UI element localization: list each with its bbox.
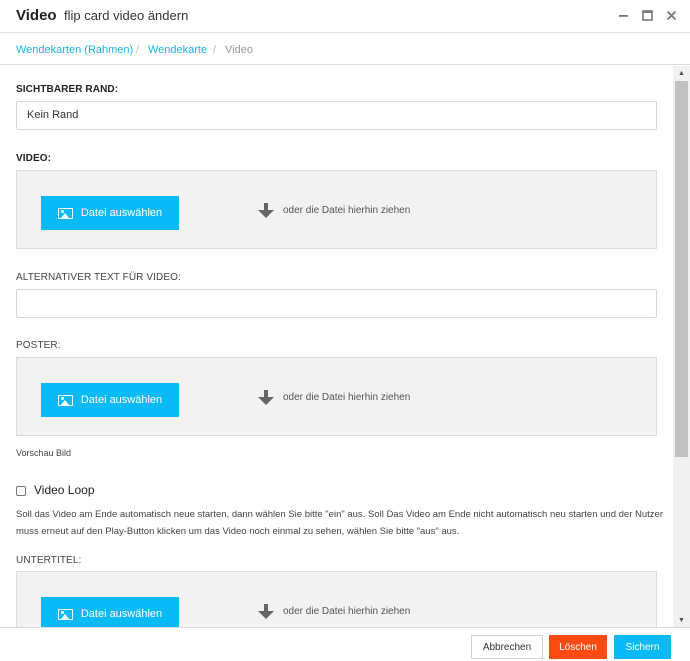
video-loop-help: Soll das Video am Ende automatisch neue … xyxy=(16,509,663,537)
poster-label: POSTER: xyxy=(16,340,61,351)
scroll-up-icon[interactable]: ▲ xyxy=(673,66,690,80)
vertical-scrollbar[interactable]: ▲ ▼ xyxy=(673,66,690,627)
alt-text-label: ALTERNATIVER TEXT FÜR VIDEO: xyxy=(16,272,181,283)
arrow-down-icon xyxy=(258,203,274,218)
poster-select-file-button[interactable]: Datei auswählen xyxy=(41,383,179,417)
image-icon xyxy=(57,608,73,620)
border-select[interactable]: Kein Rand xyxy=(16,101,657,130)
save-button[interactable]: Sichern xyxy=(614,635,671,659)
preview-note: Vorschau Bild xyxy=(16,448,72,458)
dialog-titlebar: Video flip card video ändern xyxy=(0,0,690,33)
subtitle-label: UNTERTITEL: xyxy=(16,555,82,566)
video-loop-label[interactable]: Video Loop xyxy=(34,483,95,497)
poster-dropzone[interactable]: Datei auswählen oder die Datei hierhin z… xyxy=(16,357,657,436)
breadcrumb-item-video: Video xyxy=(225,44,253,56)
delete-button[interactable]: Löschen xyxy=(549,635,607,659)
dialog-subtitle: flip card video ändern xyxy=(64,8,189,23)
arrow-down-icon xyxy=(258,604,274,619)
video-loop-checkbox[interactable] xyxy=(16,486,26,496)
dialog-footer: Abbrechen Löschen Sichern xyxy=(0,627,690,661)
video-dropzone[interactable]: Datei auswählen oder die Datei hierhin z… xyxy=(16,170,657,249)
breadcrumb-separator: / xyxy=(213,44,217,56)
form-scroll-area[interactable]: SICHTBARER RAND: Kein Rand VIDEO: Datei … xyxy=(0,66,690,627)
breadcrumb-item-wendekarte[interactable]: Wendekarte xyxy=(148,44,207,56)
alt-text-input[interactable] xyxy=(16,289,657,318)
select-file-label: Datei auswählen xyxy=(80,394,163,406)
cancel-button[interactable]: Abbrechen xyxy=(471,635,543,659)
subtitle-dropzone[interactable]: Datei auswählen oder die Datei hierhin z… xyxy=(16,571,657,627)
select-file-label: Datei auswählen xyxy=(80,207,163,219)
subtitle-select-file-button[interactable]: Datei auswählen xyxy=(41,597,179,627)
image-icon xyxy=(57,394,73,406)
drop-hint: oder die Datei hierhin ziehen xyxy=(283,606,411,617)
breadcrumb: Wendekarten (Rahmen) / Wendekarte / Vide… xyxy=(0,34,690,65)
video-label: VIDEO: xyxy=(16,153,52,164)
border-label: SICHTBARER RAND: xyxy=(16,84,119,95)
scrollbar-thumb[interactable] xyxy=(675,81,688,457)
drop-hint: oder die Datei hierhin ziehen xyxy=(283,392,411,403)
minimize-icon[interactable] xyxy=(614,6,632,24)
maximize-icon[interactable] xyxy=(638,6,656,24)
breadcrumb-item-wendekarten-rahmen[interactable]: Wendekarten (Rahmen) xyxy=(16,44,133,56)
image-icon xyxy=(57,207,73,219)
drop-hint: oder die Datei hierhin ziehen xyxy=(283,205,411,216)
arrow-down-icon xyxy=(258,390,274,405)
select-file-label: Datei auswählen xyxy=(80,608,163,620)
close-icon[interactable] xyxy=(662,6,680,24)
breadcrumb-separator: / xyxy=(136,44,140,56)
video-select-file-button[interactable]: Datei auswählen xyxy=(41,196,179,230)
dialog-title: Video xyxy=(16,7,57,24)
scroll-down-icon[interactable]: ▼ xyxy=(673,613,690,627)
